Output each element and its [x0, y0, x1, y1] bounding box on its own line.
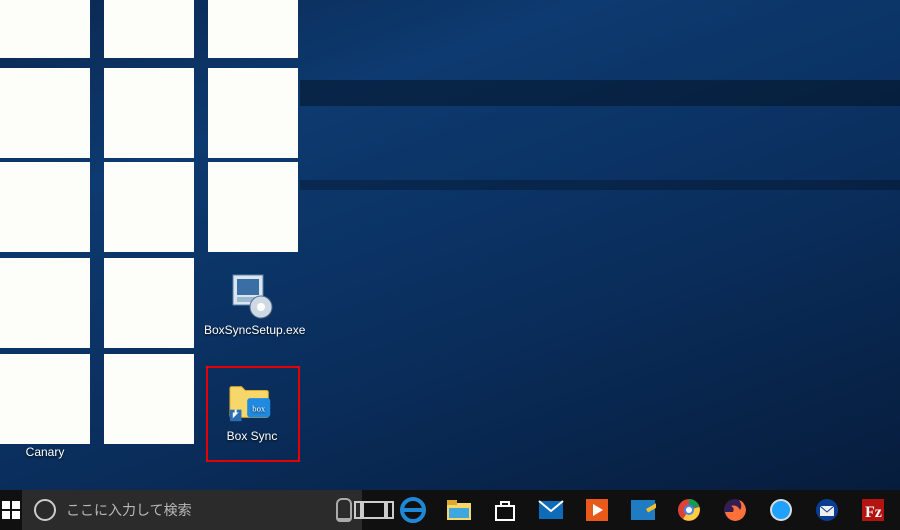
cortana-icon — [34, 499, 56, 521]
desktop-icon-boxsyncsetup[interactable]: BoxSyncSetup.exe — [204, 272, 300, 337]
windows-logo-icon — [2, 501, 20, 519]
store-icon — [493, 498, 517, 522]
start-button[interactable] — [0, 490, 22, 530]
filezilla-icon: Fz — [861, 498, 885, 522]
firefox-icon — [723, 498, 747, 522]
desktop-icon-canary[interactable]: Canary — [0, 446, 90, 459]
edge-icon — [400, 497, 426, 523]
file-explorer-icon — [446, 499, 472, 521]
desktop-icon-placeholder[interactable] — [0, 354, 90, 444]
search-bar[interactable]: ここに入力して検索 — [22, 490, 362, 530]
desktop-icon-boxsync[interactable]: box Box Sync — [204, 378, 300, 443]
wallpaper-band — [300, 180, 900, 190]
folder-box-icon: box — [228, 378, 276, 426]
mail-icon — [538, 500, 564, 520]
taskbar-app-chrome[interactable] — [666, 490, 712, 530]
svg-text:Fz: Fz — [865, 504, 882, 521]
desktop-icon-placeholder[interactable] — [0, 258, 90, 348]
desktop-icon-placeholder[interactable] — [104, 0, 194, 58]
taskbar: ここに入力して検索 — [0, 490, 900, 530]
paint-icon — [630, 499, 656, 521]
desktop-icon-placeholder[interactable] — [104, 162, 194, 252]
taskbar-app-store[interactable] — [482, 490, 528, 530]
safari-icon — [769, 498, 793, 522]
desktop-icon-placeholder[interactable] — [0, 68, 90, 158]
wallpaper-band — [300, 80, 900, 106]
taskbar-app-mail[interactable] — [528, 490, 574, 530]
thunderbird-icon — [815, 498, 839, 522]
desktop-icon-placeholder[interactable] — [0, 0, 90, 58]
task-view-button[interactable] — [362, 490, 386, 530]
pinned-apps: Fz — [390, 490, 896, 530]
microphone-icon — [336, 498, 352, 522]
desktop-icon-label: Canary — [26, 446, 65, 459]
taskbar-app-safari[interactable] — [758, 490, 804, 530]
desktop-icon-placeholder[interactable] — [208, 162, 298, 252]
taskbar-app-filezilla[interactable]: Fz — [850, 490, 896, 530]
chrome-icon — [677, 498, 701, 522]
taskbar-app-firefox[interactable] — [712, 490, 758, 530]
taskbar-app-thunderbird[interactable] — [804, 490, 850, 530]
taskbar-app-explorer[interactable] — [436, 490, 482, 530]
svg-text:box: box — [252, 404, 266, 414]
taskbar-app-paint[interactable] — [620, 490, 666, 530]
desktop-icon-placeholder[interactable] — [104, 68, 194, 158]
desktop-icon-placeholder[interactable] — [0, 162, 90, 252]
desktop-icon-placeholder[interactable] — [208, 68, 298, 158]
system-tray[interactable] — [896, 490, 900, 530]
search-placeholder: ここに入力して検索 — [66, 500, 192, 520]
desktop-icon-label: BoxSyncSetup.exe — [204, 324, 300, 337]
desktop[interactable]: BoxSyncSetup.exe box Box Sync Canary ここに… — [0, 0, 900, 530]
installer-icon — [228, 272, 276, 320]
taskbar-app-edge[interactable] — [390, 490, 436, 530]
taskbar-app-movies[interactable] — [574, 490, 620, 530]
desktop-icon-placeholder[interactable] — [208, 0, 298, 58]
desktop-icon-label: Box Sync — [227, 430, 278, 443]
desktop-icon-placeholder[interactable] — [104, 354, 194, 444]
desktop-icon-placeholder[interactable] — [104, 258, 194, 348]
task-view-icon — [362, 501, 386, 519]
movies-icon — [585, 498, 609, 522]
